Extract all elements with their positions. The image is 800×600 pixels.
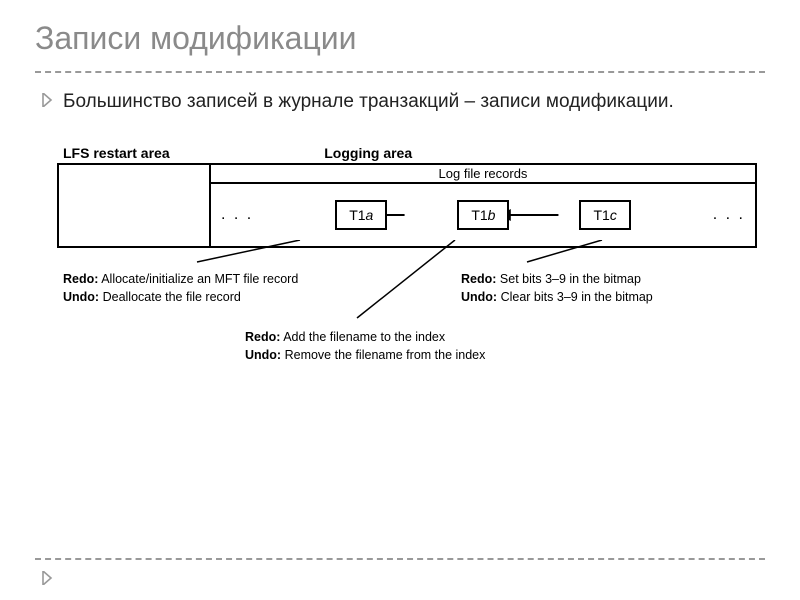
undo-text: Undo: Remove the filename from the index [245, 346, 565, 365]
log-header: Log file records [211, 165, 755, 184]
log-diagram: LFS restart area Logging area Log file r… [57, 145, 757, 406]
arrow-icon [41, 93, 53, 107]
caption-t1c: Redo: Set bits 3–9 in the bitmap Undo: C… [461, 270, 751, 308]
record-t1b: T1b [457, 200, 509, 230]
outer-box: Log file records . . . T1a T1b T1c . . . [57, 163, 757, 248]
redo-text: Redo: Allocate/initialize an MFT file re… [63, 270, 343, 289]
lfs-area [59, 165, 211, 246]
caption-t1a: Redo: Allocate/initialize an MFT file re… [63, 270, 343, 308]
label-lfs: LFS restart area [57, 145, 224, 161]
footer-arrow-icon [41, 571, 53, 585]
bullet-item: Большинство записей в журнале транзакций… [41, 89, 765, 115]
redo-text: Redo: Add the filename to the index [245, 328, 565, 347]
top-labels: LFS restart area Logging area [57, 145, 757, 161]
log-area: Log file records . . . T1a T1b T1c . . . [211, 165, 755, 246]
footer-divider [35, 558, 765, 560]
log-body: . . . T1a T1b T1c . . . [211, 184, 755, 246]
record-t1a: T1a [335, 200, 387, 230]
page-title: Записи модификации [35, 20, 765, 73]
record-t1c: T1c [579, 200, 630, 230]
slide: Записи модификации Большинство записей в… [0, 0, 800, 426]
captions: Redo: Allocate/initialize an MFT file re… [57, 256, 757, 406]
label-logging: Logging area [224, 145, 757, 161]
caption-t1b: Redo: Add the filename to the index Undo… [245, 328, 565, 366]
bullet-text: Большинство записей в журнале транзакций… [63, 89, 674, 115]
undo-text: Undo: Deallocate the file record [63, 288, 343, 307]
redo-text: Redo: Set bits 3–9 in the bitmap [461, 270, 751, 289]
undo-text: Undo: Clear bits 3–9 in the bitmap [461, 288, 751, 307]
